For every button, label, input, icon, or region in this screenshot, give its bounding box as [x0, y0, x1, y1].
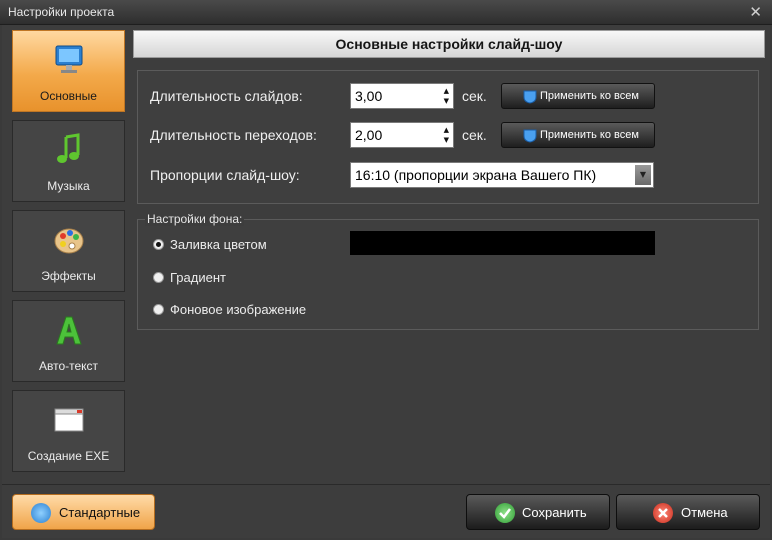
window-icon — [13, 403, 124, 437]
aspect-ratio-label: Пропорции слайд-шоу: — [150, 167, 300, 183]
radio-gradient-label[interactable]: Градиент — [170, 270, 226, 285]
music-note-icon — [13, 133, 124, 167]
sidebar-item-label: Эффекты — [41, 269, 96, 283]
apply-button-label: Применить ко всем — [540, 129, 639, 141]
radio-background-image[interactable] — [153, 304, 164, 315]
checkmark-icon — [495, 503, 515, 523]
stepper-down-icon[interactable]: ▼ — [444, 97, 449, 105]
stepper-up-icon[interactable]: ▲ — [444, 87, 449, 95]
palette-icon — [13, 223, 124, 257]
defaults-button-label: Стандартные — [59, 505, 141, 520]
aspect-ratio-value: 16:10 (пропорции экрана Вашего ПК) — [355, 167, 597, 183]
radio-gradient[interactable] — [153, 272, 164, 283]
window-title: Настройки проекта — [8, 5, 115, 19]
radio-fill-color-label[interactable]: Заливка цветом — [170, 237, 267, 252]
save-button[interactable]: Сохранить — [466, 494, 610, 530]
apply-slide-duration-button[interactable]: Применить ко всем — [501, 83, 655, 109]
sidebar-item-autotext[interactable]: Авто-текст — [12, 300, 125, 382]
chevron-down-icon[interactable]: ▼ — [635, 165, 651, 185]
close-circle-icon — [653, 503, 673, 523]
slide-duration-unit: сек. — [462, 88, 487, 104]
sidebar-item-create-exe[interactable]: Создание EXE — [12, 390, 125, 472]
slide-duration-value: 3,00 — [355, 88, 383, 104]
radio-fill-color[interactable] — [153, 239, 164, 250]
background-group-legend: Настройки фона: — [145, 212, 245, 226]
cancel-button[interactable]: Отмена — [616, 494, 760, 530]
transition-duration-value: 2,00 — [355, 127, 383, 143]
aspect-ratio-select[interactable]: 16:10 (пропорции экрана Вашего ПК) ▼ — [350, 162, 654, 188]
close-icon[interactable]: ✕ — [749, 3, 762, 21]
cancel-button-label: Отмена — [681, 505, 728, 520]
apply-button-label: Применить ко всем — [540, 90, 639, 102]
title-bar: Настройки проекта ✕ — [0, 0, 772, 25]
slide-duration-stepper[interactable]: 3,00 ▲ ▼ — [350, 83, 454, 109]
transition-duration-stepper[interactable]: 2,00 ▲ ▼ — [350, 122, 454, 148]
defaults-button[interactable]: Стандартные — [12, 494, 155, 530]
slide-duration-label: Длительность слайдов: — [150, 88, 303, 104]
letter-a-icon — [13, 313, 124, 347]
sidebar-item-label: Основные — [40, 89, 97, 103]
gear-icon — [31, 503, 51, 523]
radio-background-image-label[interactable]: Фоновое изображение — [170, 302, 306, 317]
fill-color-swatch[interactable] — [350, 231, 655, 255]
sidebar-item-label: Музыка — [47, 179, 90, 193]
shield-icon — [522, 89, 538, 113]
stepper-up-icon[interactable]: ▲ — [444, 126, 449, 134]
transition-duration-unit: сек. — [462, 127, 487, 143]
transition-duration-label: Длительность переходов: — [150, 127, 317, 143]
sidebar-item-basic[interactable]: Основные — [12, 30, 125, 112]
stepper-down-icon[interactable]: ▼ — [444, 136, 449, 144]
sidebar-item-label: Авто-текст — [38, 359, 99, 373]
sidebar-item-music[interactable]: Музыка — [12, 120, 125, 202]
section-header: Основные настройки слайд-шоу — [133, 30, 765, 58]
save-button-label: Сохранить — [522, 505, 587, 520]
sidebar-item-effects[interactable]: Эффекты — [12, 210, 125, 292]
monitor-icon — [13, 43, 124, 77]
apply-transition-duration-button[interactable]: Применить ко всем — [501, 122, 655, 148]
sidebar-item-label: Создание EXE — [27, 449, 110, 463]
footer-divider — [2, 484, 770, 485]
shield-icon — [522, 128, 538, 152]
